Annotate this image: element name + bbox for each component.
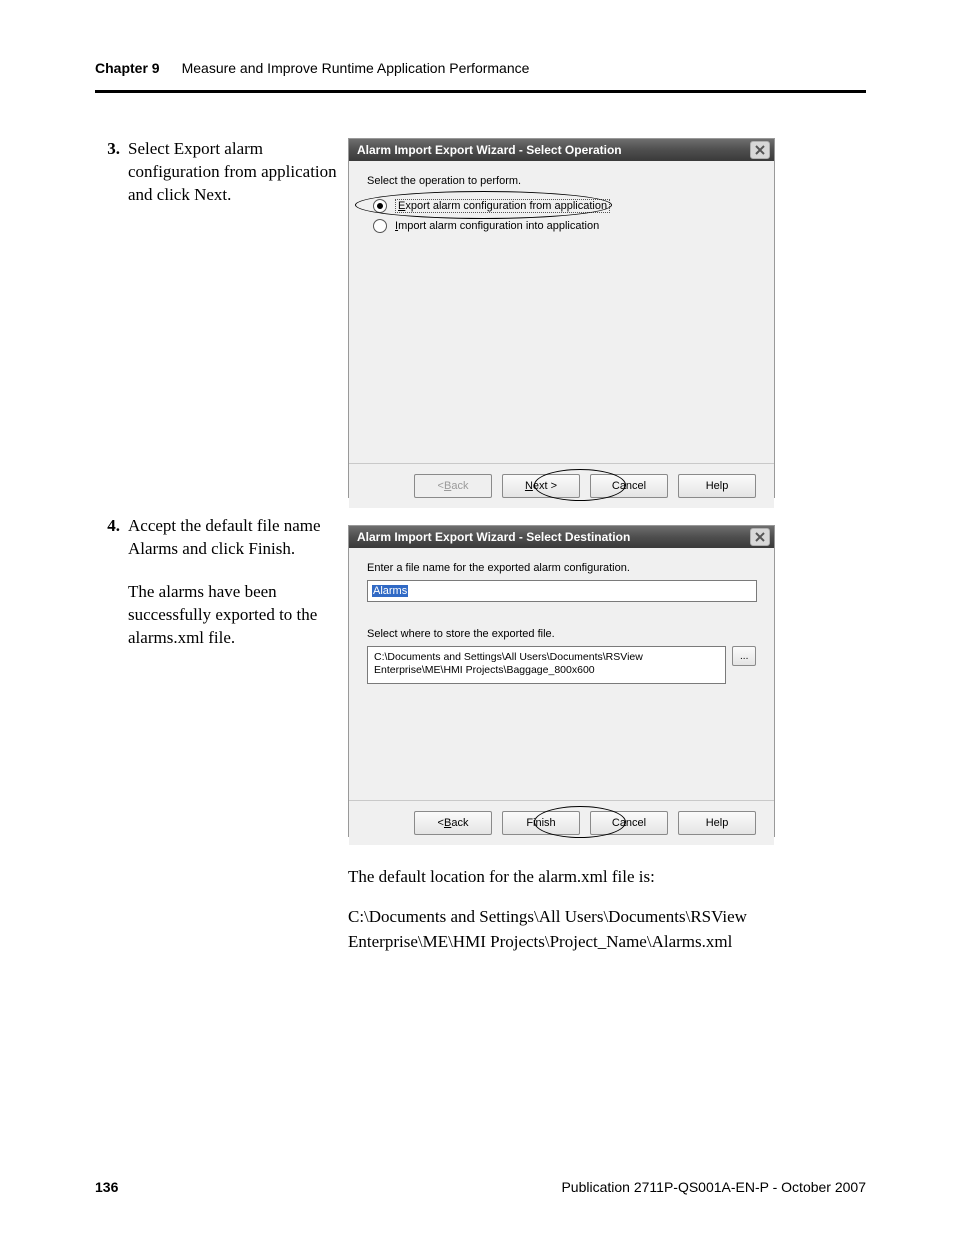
help-button[interactable]: Help: [678, 474, 756, 498]
option-export[interactable]: Export alarm configuration from applicat…: [373, 199, 756, 213]
body-paragraph-1: The default location for the alarm.xml f…: [348, 865, 868, 890]
step-3: 3. Select Export alarm configuration fro…: [100, 138, 340, 207]
radio-icon: [373, 219, 387, 233]
body-paragraph-2: C:\Documents and Settings\All Users\Docu…: [348, 905, 868, 954]
step-number: 4.: [100, 515, 120, 561]
dialog-title: Alarm Import Export Wizard - Select Oper…: [357, 143, 622, 157]
dialog-select-destination: Alarm Import Export Wizard - Select Dest…: [348, 525, 775, 837]
close-button[interactable]: [750, 528, 770, 546]
page-number: 136: [95, 1179, 118, 1195]
titlebar: Alarm Import Export Wizard - Select Dest…: [349, 526, 774, 548]
filename-value: Alarms: [372, 585, 408, 597]
finish-button[interactable]: Finish: [502, 811, 580, 835]
filename-prompt: Enter a file name for the exported alarm…: [367, 562, 756, 574]
back-button[interactable]: < Back: [414, 811, 492, 835]
page-header: Chapter 9 Measure and Improve Runtime Ap…: [95, 60, 866, 93]
step-4: 4. Accept the default file name Alarms a…: [100, 515, 340, 650]
dialog-select-operation: Alarm Import Export Wizard - Select Oper…: [348, 138, 775, 498]
step-text: Select Export alarm configuration from a…: [128, 138, 340, 207]
publication-id: Publication 2711P-QS001A-EN-P - October …: [561, 1179, 866, 1195]
back-button: < Back: [414, 474, 492, 498]
step-text: Accept the default file name Alarms and …: [128, 515, 340, 561]
dialog-title: Alarm Import Export Wizard - Select Dest…: [357, 530, 630, 544]
radio-icon: [373, 199, 387, 213]
help-button[interactable]: Help: [678, 811, 756, 835]
header-rule: [95, 90, 866, 93]
operation-prompt: Select the operation to perform.: [367, 175, 756, 187]
option-export-label: Export alarm configuration from applicat…: [395, 199, 610, 213]
path-display: C:\Documents and Settings\All Users\Docu…: [367, 646, 726, 684]
option-import-label: Import alarm configuration into applicat…: [395, 220, 599, 232]
chapter-title: Measure and Improve Runtime Application …: [182, 60, 530, 76]
button-row: < Back Finish Cancel Help: [349, 800, 774, 845]
cancel-button[interactable]: Cancel: [590, 474, 668, 498]
step-followup: The alarms have been successfully export…: [128, 581, 340, 650]
chapter-label: Chapter 9: [95, 60, 160, 76]
button-row: < Back Next > Cancel Help: [349, 463, 774, 508]
option-import[interactable]: Import alarm configuration into applicat…: [373, 219, 756, 233]
filename-input[interactable]: Alarms: [367, 580, 757, 602]
close-icon: [755, 145, 765, 155]
browse-button[interactable]: ...: [732, 646, 756, 666]
close-icon: [755, 532, 765, 542]
close-button[interactable]: [750, 141, 770, 159]
page-footer: 136 Publication 2711P-QS001A-EN-P - Octo…: [95, 1179, 866, 1195]
step-number: 3.: [100, 138, 120, 207]
location-prompt: Select where to store the exported file.: [367, 628, 756, 640]
titlebar: Alarm Import Export Wizard - Select Oper…: [349, 139, 774, 161]
cancel-button[interactable]: Cancel: [590, 811, 668, 835]
next-button[interactable]: Next >: [502, 474, 580, 498]
